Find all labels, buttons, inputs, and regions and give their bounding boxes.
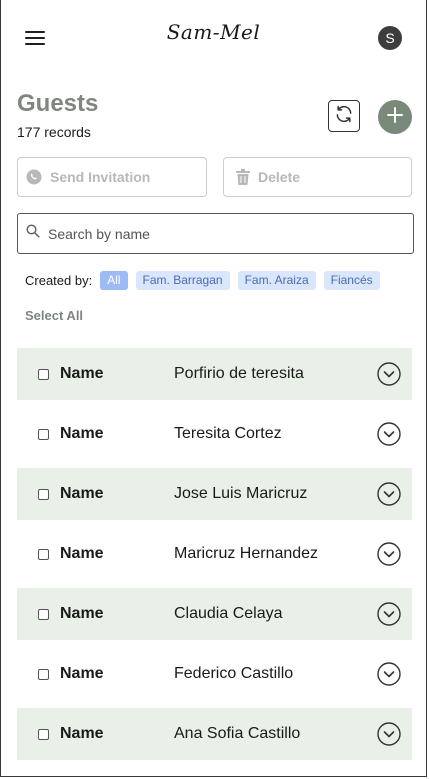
send-invitation-button[interactable]: Send Invitation	[17, 157, 207, 197]
list-item[interactable]: Name Federico Castillo	[17, 648, 412, 700]
guest-name: Maricruz Hernandez	[174, 545, 319, 562]
chevron-down-icon[interactable]	[377, 362, 401, 386]
row-checkbox[interactable]	[38, 728, 49, 740]
search-input[interactable]	[46, 224, 390, 243]
row-checkbox[interactable]	[38, 668, 49, 680]
app-frame: Sam-Mel S Guests 177 records Send Invita…	[0, 0, 427, 777]
chevron-down-icon[interactable]	[377, 482, 401, 506]
list-item[interactable]: Name Claudia Celaya	[17, 588, 412, 640]
guest-name: Jose Luis Maricruz	[174, 485, 308, 502]
page-title: Guests	[17, 90, 99, 117]
created-by-filter: Created by: All Fam. Barragan Fam. Araiz…	[25, 271, 388, 290]
guest-list: Name Porfirio de teresita Name Teresita …	[17, 348, 412, 768]
field-label: Name	[60, 485, 104, 502]
chevron-down-icon[interactable]	[377, 422, 401, 446]
field-label: Name	[60, 725, 104, 742]
guest-name: Porfirio de teresita	[174, 365, 304, 382]
send-invitation-label: Send Invitation	[50, 169, 151, 185]
select-all-link[interactable]: Select All	[25, 308, 83, 323]
whatsapp-icon	[26, 169, 42, 185]
guest-name: Claudia Celaya	[174, 605, 283, 622]
list-item[interactable]: Name Jose Luis Maricruz	[17, 468, 412, 520]
search-icon	[26, 224, 40, 243]
row-checkbox[interactable]	[38, 548, 49, 560]
chevron-down-icon[interactable]	[377, 602, 401, 626]
brand-logo: Sam-Mel	[166, 20, 261, 44]
row-checkbox[interactable]	[38, 608, 49, 620]
trash-icon	[236, 169, 250, 185]
guest-name: Federico Castillo	[174, 665, 294, 682]
chevron-down-icon[interactable]	[377, 542, 401, 566]
chip-fam-barragan[interactable]: Fam. Barragan	[135, 271, 230, 290]
list-item[interactable]: Name Maricruz Hernandez	[17, 528, 412, 580]
guest-name: Ana Sofia Castillo	[174, 725, 301, 742]
field-label: Name	[60, 365, 104, 382]
field-label: Name	[60, 605, 104, 622]
top-bar: Sam-Mel S	[1, 0, 426, 76]
row-checkbox[interactable]	[38, 428, 49, 440]
add-guest-button[interactable]	[378, 100, 412, 134]
list-item[interactable]: Name Porfirio de teresita	[17, 348, 412, 400]
row-checkbox[interactable]	[38, 368, 49, 380]
chip-fam-araiza[interactable]: Fam. Araiza	[237, 271, 316, 290]
refresh-icon	[334, 104, 354, 129]
field-label: Name	[60, 665, 104, 682]
record-count: 177 records	[17, 124, 91, 140]
search-box	[17, 213, 414, 254]
field-label: Name	[60, 545, 104, 562]
chip-all[interactable]: All	[100, 271, 128, 290]
row-checkbox[interactable]	[38, 488, 49, 500]
plus-icon	[386, 106, 404, 129]
chip-fiances[interactable]: Fiancés	[323, 271, 380, 290]
delete-button[interactable]: Delete	[223, 157, 412, 197]
chevron-down-icon[interactable]	[377, 662, 401, 686]
avatar[interactable]: S	[378, 26, 402, 50]
refresh-button[interactable]	[328, 100, 360, 132]
filter-label: Created by:	[25, 273, 93, 288]
field-label: Name	[60, 425, 104, 442]
list-item[interactable]: Name Ana Sofia Castillo	[17, 708, 412, 760]
chevron-down-icon[interactable]	[377, 722, 401, 746]
delete-label: Delete	[258, 169, 301, 185]
list-item[interactable]: Name Teresita Cortez	[17, 408, 412, 460]
guest-name: Teresita Cortez	[174, 425, 282, 442]
